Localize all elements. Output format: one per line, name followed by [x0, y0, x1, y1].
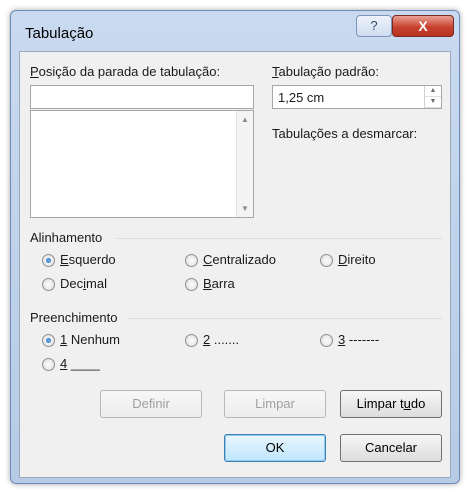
dialog-title: Tabulação: [25, 25, 94, 42]
title-bar[interactable]: Tabulação ? X: [11, 11, 459, 51]
dialog-body: Posição da parada de tabulação: ▲ ▼ Tabu…: [19, 51, 451, 478]
default-tab-stops-label: Tabulação padrão:: [272, 64, 379, 79]
help-button[interactable]: ?: [356, 15, 392, 37]
radio-icon[interactable]: [42, 358, 55, 371]
radio-icon[interactable]: [42, 334, 55, 347]
radio-icon[interactable]: [42, 254, 55, 267]
spin-down-icon[interactable]: ▼: [425, 97, 441, 108]
leader-underline-label: 4 ____: [60, 356, 100, 371]
align-left-label: Esquerdo: [60, 252, 116, 267]
leader-none-label: 1 Nenhum: [60, 332, 120, 347]
radio-icon[interactable]: [320, 334, 333, 347]
set-button[interactable]: Definir: [100, 390, 202, 418]
align-bar-label: Barra: [203, 276, 235, 291]
leader-dots-label: 2 .......: [203, 332, 240, 347]
clear-all-button[interactable]: Limpar tudo: [340, 390, 442, 418]
default-tab-stops-spinner[interactable]: 1,25 cm ▲ ▼: [272, 85, 442, 109]
close-button[interactable]: X: [392, 15, 454, 37]
align-right-label: Direito: [338, 252, 376, 267]
tab-stop-list-scrollbar[interactable]: ▲ ▼: [236, 111, 253, 217]
radio-icon[interactable]: [320, 254, 333, 267]
close-icon: X: [418, 18, 428, 34]
tab-stop-list[interactable]: ▲ ▼: [30, 110, 254, 218]
leader-heading: Preenchimento: [30, 310, 118, 325]
alignment-divider: [116, 238, 442, 239]
radio-icon[interactable]: [185, 254, 198, 267]
align-center-label: Centralizado: [203, 252, 276, 267]
alignment-heading: Alinhamento: [30, 230, 103, 245]
cancel-button[interactable]: Cancelar: [340, 434, 442, 462]
tab-stop-position-input[interactable]: [30, 85, 254, 109]
scroll-down-icon[interactable]: ▼: [237, 204, 253, 213]
spinner-buttons[interactable]: ▲ ▼: [424, 86, 441, 108]
tab-stops-to-clear-label: Tabulações a desmarcar:: [272, 126, 418, 141]
leader-dashes-label: 3 -------: [338, 332, 380, 347]
help-icon: ?: [370, 18, 378, 33]
radio-icon[interactable]: [185, 278, 198, 291]
ok-button[interactable]: OK: [224, 434, 326, 462]
radio-icon[interactable]: [185, 334, 198, 347]
radio-icon[interactable]: [42, 278, 55, 291]
tabs-dialog: Tabulação ? X Posição da parada de tabul…: [10, 10, 460, 484]
clear-button[interactable]: Limpar: [224, 390, 326, 418]
scroll-up-icon[interactable]: ▲: [237, 115, 253, 124]
align-decimal-label: Decimal: [60, 276, 107, 291]
tab-stop-position-label: Posição da parada de tabulação:: [30, 64, 221, 79]
default-tab-stops-value: 1,25 cm: [278, 90, 325, 105]
leader-divider: [128, 318, 442, 319]
spin-up-icon[interactable]: ▲: [425, 86, 441, 97]
